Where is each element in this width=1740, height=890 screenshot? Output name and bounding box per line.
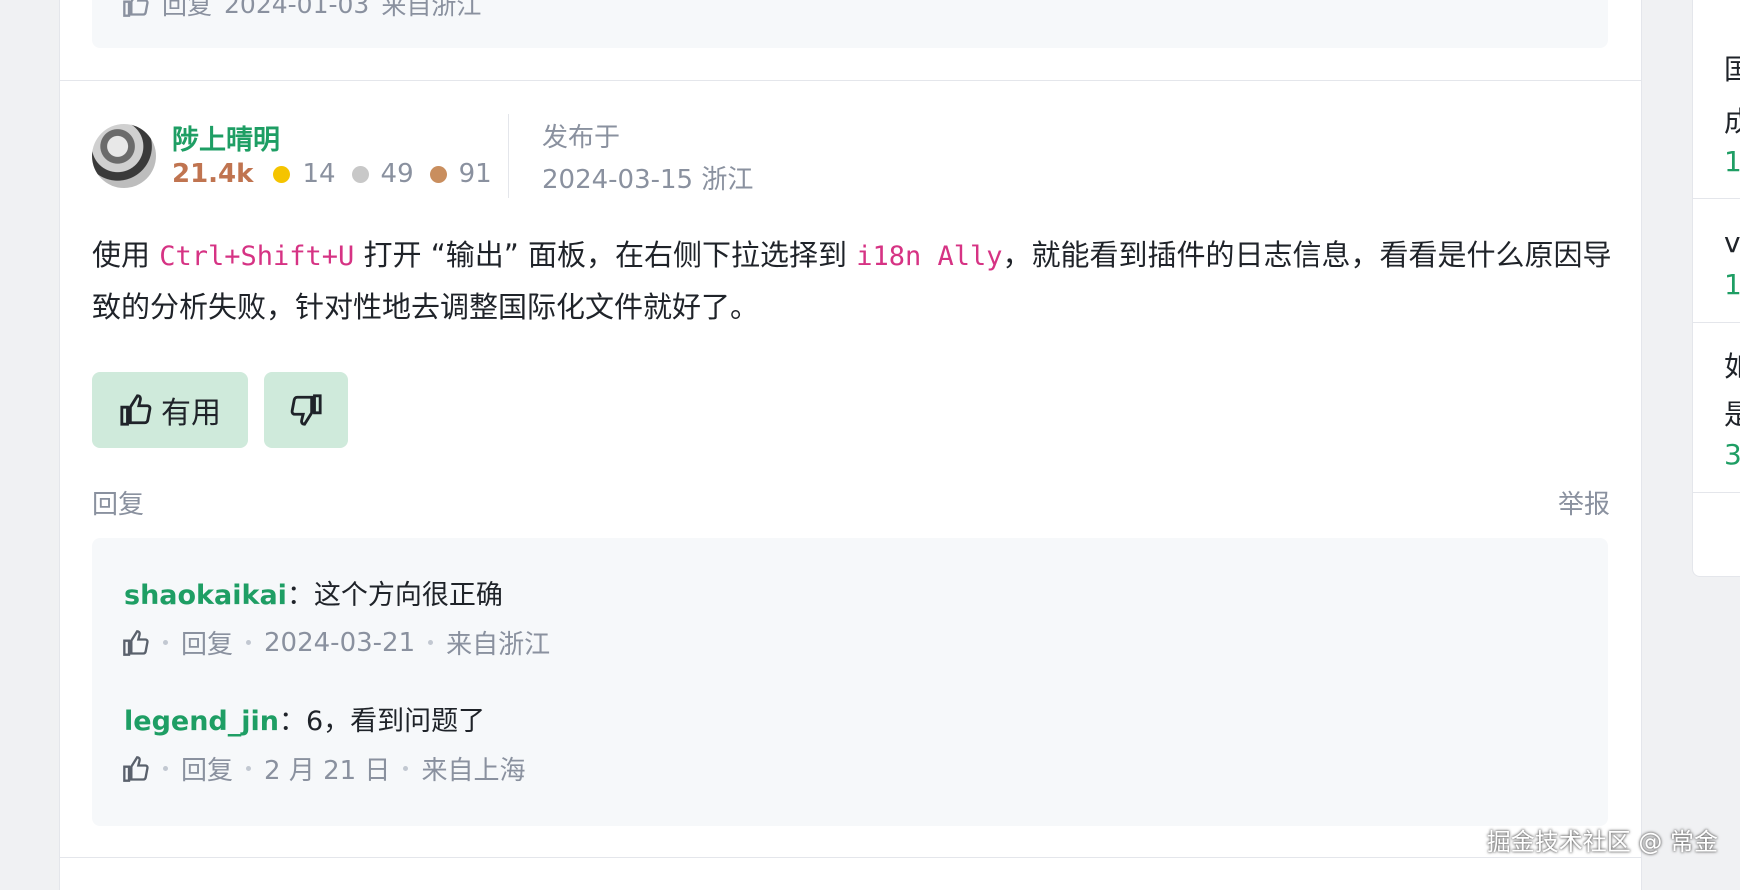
separator-dot (163, 766, 168, 771)
watermark: 掘金技术社区 @ 常金 (1486, 828, 1718, 856)
thumbs-up-icon[interactable] (122, 755, 150, 783)
previous-reply-meta: 回复 2024-01-03 来自浙江 (122, 0, 481, 22)
divider (1693, 492, 1740, 493)
separator-dot (403, 766, 409, 771)
reply-button[interactable]: 回复 (181, 750, 233, 787)
not-useful-button[interactable] (264, 372, 348, 448)
divider (59, 857, 1641, 858)
reply-date: 2024-03-21 (264, 627, 416, 658)
bronze-badge-icon (429, 165, 447, 183)
thumbs-up-icon[interactable] (122, 629, 150, 657)
inline-code: i18n Ally (856, 241, 1003, 272)
related-item-line[interactable]: 成 (1724, 100, 1740, 140)
gold-badge-count: 14 (302, 159, 336, 189)
divider (1693, 198, 1740, 199)
reply-button[interactable]: 回复 (181, 624, 233, 661)
silver-badge-icon (351, 165, 369, 183)
content-text: 打开 “输出” 面板，在右侧下拉选择到 (354, 238, 857, 272)
reply-meta: 回复 2024-03-21 来自浙江 (122, 624, 550, 661)
related-item-count: 1 (1724, 268, 1740, 301)
reply-username[interactable]: shaokaikai (124, 580, 287, 611)
published-date: 2024-03-15 浙江 (542, 165, 754, 195)
published-label: 发布于 (542, 123, 621, 153)
previous-reply-button[interactable]: 回复 (162, 0, 212, 22)
related-item-line[interactable]: 国 (1724, 48, 1740, 88)
related-item-line[interactable]: v (1724, 226, 1740, 259)
related-item-line[interactable]: 如 (1724, 345, 1740, 385)
reply-item: shaokaikai：这个方向很正确 (124, 573, 503, 612)
useful-label: 有用 (161, 396, 221, 431)
separator-dot (163, 640, 168, 645)
reply-location: 来自浙江 (446, 630, 551, 660)
reply-text: ：6，看到问题了 (279, 706, 486, 737)
reputation-score: 21.4k (172, 159, 254, 189)
thumbs-up-icon (120, 394, 152, 426)
useful-button[interactable]: 有用 (92, 372, 248, 448)
reply-link[interactable]: 回复 (92, 484, 144, 521)
reply-username[interactable]: legend_jin (124, 706, 279, 737)
divider (59, 80, 1641, 81)
gold-badge-icon (273, 165, 291, 183)
content-text: 使用 (92, 238, 160, 272)
author-stats: 21.4k 14 49 91 (172, 159, 502, 189)
bronze-badge-count: 91 (458, 159, 492, 189)
separator-dot (246, 766, 252, 771)
reply-location: 来自上海 (421, 756, 526, 786)
answer-content: 使用 Ctrl+Shift+U 打开 “输出” 面板，在右侧下拉选择到 i18n… (92, 230, 1612, 333)
divider (1693, 322, 1740, 323)
reply-date: 2 月 21 日 (264, 756, 391, 786)
related-item-count: 3 (1724, 438, 1740, 471)
inline-code: Ctrl+Shift+U (159, 241, 355, 272)
reply-text: ：这个方向很正确 (286, 580, 503, 611)
separator-dot (246, 640, 252, 645)
silver-badge-count: 49 (380, 159, 414, 189)
previous-reply-date: 2024-01-03 (224, 0, 370, 19)
reply-item: legend_jin：6，看到问题了 (124, 699, 485, 738)
header-divider (508, 114, 509, 198)
thumbs-up-icon[interactable] (122, 0, 150, 18)
thumbs-down-icon (290, 394, 322, 426)
related-item-count: 1 (1724, 145, 1740, 178)
avatar[interactable] (92, 124, 156, 188)
separator-dot (428, 640, 434, 645)
reply-meta: 回复 2 月 21 日 来自上海 (122, 750, 525, 787)
author-name[interactable]: 陟上晴明 (172, 118, 280, 157)
related-item-line[interactable]: 是 (1724, 393, 1740, 433)
report-link[interactable]: 举报 (1558, 484, 1610, 521)
previous-reply-location: 来自浙江 (381, 0, 482, 20)
